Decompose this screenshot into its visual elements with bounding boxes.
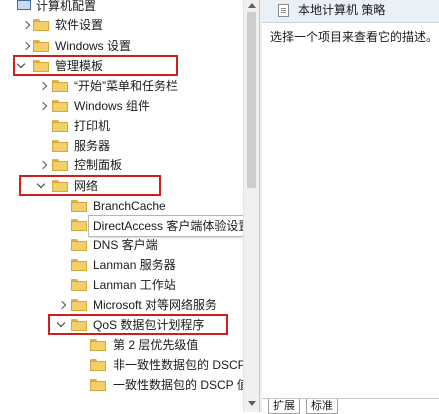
folder-icon	[90, 339, 106, 351]
folder-icon	[71, 259, 87, 271]
details-title: 本地计算机 策略	[298, 3, 386, 17]
tree-item-label: 计算机配置	[36, 0, 97, 13]
chevron-right-icon[interactable]	[37, 76, 49, 96]
tree-item-label: Windows 组件	[74, 99, 151, 113]
folder-icon	[71, 279, 87, 291]
folder-icon	[71, 200, 87, 212]
highlight-box-network	[19, 175, 161, 196]
folder-icon	[71, 239, 87, 251]
tree-item-label: 第 2 层优先级值	[113, 338, 199, 352]
chevron-right-icon[interactable]	[37, 155, 49, 175]
tree-item-label: Microsoft 对等网络服务	[93, 298, 218, 312]
tree-item-dns-client[interactable]: DNS 客户端	[0, 235, 243, 255]
tree-item-microsoft-p2p[interactable]: Microsoft 对等网络服务	[0, 295, 243, 315]
tree-item-software-settings[interactable]: 软件设置	[0, 15, 243, 35]
details-description: 选择一个项目来查看它的描述。	[270, 30, 439, 44]
folder-icon	[52, 140, 68, 152]
tree-item-label: “开始”菜单和任务栏	[74, 79, 178, 93]
highlight-box-admin-templates	[13, 55, 178, 76]
tree-item-start-menu-taskbar[interactable]: “开始”菜单和任务栏	[0, 76, 243, 96]
tree-item-server[interactable]: 服务器	[0, 136, 243, 156]
tree-item-label: 非一致性数据包的 DSCP	[113, 358, 243, 372]
tree-item-label: Windows 设置	[55, 39, 132, 53]
tree-item-printers[interactable]: 打印机	[0, 116, 243, 136]
folder-icon	[90, 379, 106, 391]
policy-tree: 计算机配置 软件设置 Windows 设置 管理模板 “开始”菜单和任务栏 Wi…	[0, 0, 243, 412]
folder-icon	[52, 159, 68, 171]
highlight-box-qos	[48, 314, 228, 335]
tree-item-lanman-workstation[interactable]: Lanman 工作站	[0, 275, 243, 295]
tooltip: DirectAccess 客户端体验设置	[88, 215, 256, 237]
tree-item-label: 一致性数据包的 DSCP 值	[113, 378, 243, 392]
tree-item-windows-components[interactable]: Windows 组件	[0, 96, 243, 116]
tree-item-lanman-server[interactable]: Lanman 服务器	[0, 255, 243, 275]
tree-item-label: DNS 客户端	[93, 238, 158, 252]
tree-item-label: 控制面板	[74, 158, 123, 172]
folder-icon	[33, 40, 49, 52]
computer-icon	[17, 0, 31, 10]
tree-item-label: Lanman 工作站	[93, 278, 176, 292]
page-icon	[278, 4, 289, 17]
tree-item-layer2-priority[interactable]: 第 2 层优先级值	[0, 335, 243, 355]
scroll-down-icon[interactable]	[248, 401, 256, 406]
tree-item-computer-config[interactable]: 计算机配置	[0, 0, 243, 16]
chevron-right-icon[interactable]	[56, 295, 68, 315]
tree-item-branchcache[interactable]: BranchCache	[0, 196, 243, 216]
chevron-right-icon[interactable]	[37, 96, 49, 116]
tree-scrollbar[interactable]	[243, 0, 259, 412]
folder-icon	[71, 299, 87, 311]
tree-item-label: 服务器	[74, 139, 111, 153]
folder-icon	[90, 359, 106, 371]
folder-icon	[33, 19, 49, 31]
tree-item-label: 软件设置	[55, 18, 104, 32]
tree-item-windows-settings[interactable]: Windows 设置	[0, 36, 243, 56]
folder-icon	[71, 219, 87, 231]
tree-item-label: Lanman 服务器	[93, 258, 176, 272]
tree-item-conforming-dscp[interactable]: 一致性数据包的 DSCP 值	[0, 375, 243, 395]
tree-item-label: BranchCache	[93, 199, 166, 213]
view-tabs: 扩展 标准	[262, 398, 439, 414]
tree-item-nonconforming-dscp[interactable]: 非一致性数据包的 DSCP	[0, 355, 243, 375]
details-header: 本地计算机 策略	[262, 0, 439, 23]
tree-item-label: 打印机	[74, 119, 111, 133]
folder-icon	[52, 80, 68, 92]
folder-icon	[52, 100, 68, 112]
folder-icon	[52, 120, 68, 132]
scroll-up-icon[interactable]	[248, 3, 256, 8]
chevron-right-icon[interactable]	[20, 36, 32, 56]
tree-item-control-panel[interactable]: 控制面板	[0, 155, 243, 175]
scrollbar-thumb[interactable]	[247, 12, 256, 188]
chevron-right-icon[interactable]	[20, 15, 32, 35]
details-pane: 本地计算机 策略 选择一个项目来查看它的描述。 扩展 标准	[262, 0, 439, 414]
